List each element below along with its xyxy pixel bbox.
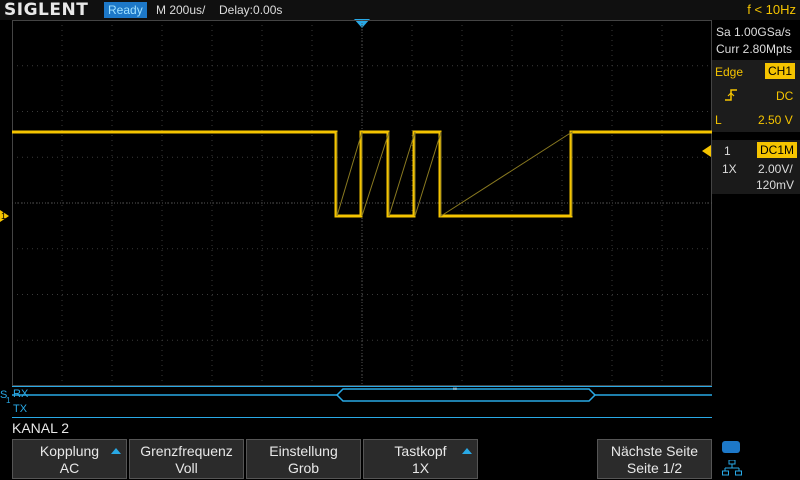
softkey-adjust[interactable]: Einstellung Grob [246,439,361,479]
softkey-coupling[interactable]: Kopplung AC [12,439,127,479]
softkey-next-page[interactable]: Nächste Seite Seite 1/2 [597,439,712,479]
trigger-type: Edge [715,65,744,79]
channel1-scale: 2.00V/ [758,162,793,176]
delay-readout[interactable]: Delay:0.00s [219,2,282,18]
rising-edge-icon [725,89,737,101]
serial-bus-index: 1 [6,396,11,405]
top-status-bar: SIGLENT Ready M 200us/ Delay:0.00s f < 1… [0,0,800,20]
channel1-offset: 120mV [756,178,795,192]
serial-decode-bus [12,386,712,418]
softkey-bandwidth-limit[interactable]: Grenzfrequenz Voll [129,439,244,479]
channel1-marker-label: 1 [1,211,7,221]
memory-depth: Curr 2.80Mpts [716,42,793,56]
right-info-panel: Sa 1.00GSa/s Curr 2.80Mpts Edge CH1 DC L… [712,20,800,420]
channel1-number: 1 [724,144,731,158]
chevron-up-icon [462,448,472,454]
network-icon [722,460,742,476]
trigger-coupling: DC [776,89,794,103]
serial-decoded-value: " [453,386,457,398]
channel1-waveform [12,130,712,218]
brand-logo: SIGLENT [4,0,89,20]
trigger-source-badge: CH1 [765,63,796,79]
trigger-level-value: 2.50 V [758,113,793,127]
timebase-readout[interactable]: M 200us/ [156,2,205,18]
usb-icon [722,441,740,453]
softkey-probe[interactable]: Tastkopf 1X [363,439,478,479]
trigger-level-marker-icon[interactable] [702,145,711,157]
channel1-coupling-badge: DC1M [757,142,798,158]
acquisition-status-badge: Ready [104,2,147,18]
softkey-bar: Kopplung AC Grenzfrequenz Voll Einstellu… [0,437,800,480]
channel1-panel[interactable]: 1 DC1M 1X 2.00V/ 120mV [712,140,800,194]
serial-tx-label: TX [13,403,28,415]
sample-rate: Sa 1.00GSa/s [716,25,791,39]
trigger-panel[interactable]: Edge CH1 DC L 2.50 V [712,60,800,132]
menu-title: KANAL 2 [12,420,70,436]
trigger-level-label: L [715,113,722,127]
serial-rx-label: RX [13,388,29,400]
chevron-up-icon [111,448,121,454]
frequency-counter: f < 10Hz [747,2,796,17]
channel1-probe: 1X [722,162,737,176]
